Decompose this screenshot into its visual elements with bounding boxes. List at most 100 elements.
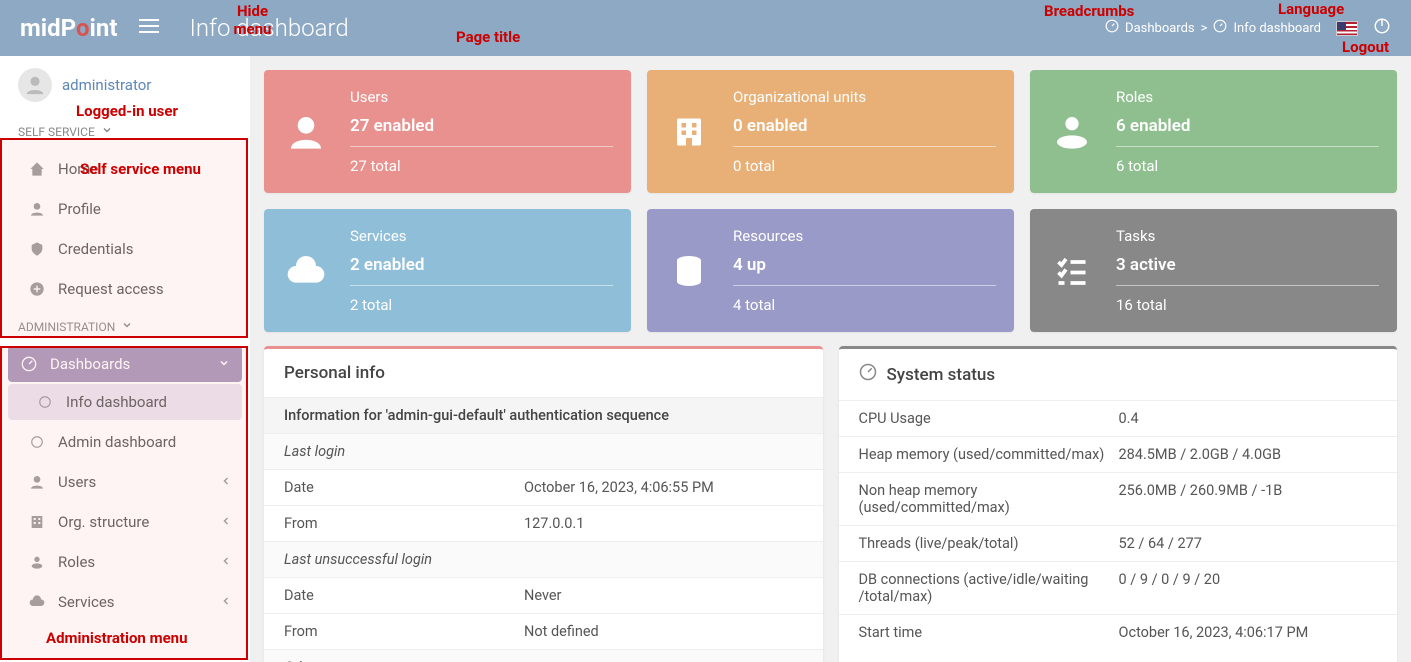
table-row: From 127.0.0.1: [264, 505, 823, 541]
row-label: Threads (live/peak/total): [859, 535, 1119, 552]
sidebar-item-credentials[interactable]: Credentials: [0, 229, 250, 269]
card-value: 0 enabled: [733, 116, 996, 147]
row-value: 0 / 9 / 0 / 9 / 20: [1119, 571, 1378, 605]
sidebar-item-services[interactable]: Services: [0, 582, 250, 622]
database-icon: [665, 247, 713, 295]
card-services[interactable]: Services 2 enabled 2 total: [264, 209, 631, 332]
card-roles[interactable]: Roles 6 enabled 6 total: [1030, 70, 1397, 193]
sidebar-item-home[interactable]: Home: [0, 149, 250, 189]
dashboard-icon: [1213, 19, 1227, 37]
sidebar-item-users[interactable]: Users: [0, 462, 250, 502]
panel-title: System status: [839, 349, 1398, 400]
table-subheader: Last unsuccessful login: [264, 541, 823, 577]
user-icon: [28, 201, 46, 217]
table-row: CPU Usage 0.4: [839, 400, 1398, 436]
user-info[interactable]: administrator: [0, 56, 250, 114]
row-label: Non heap memory (used/committed/max): [859, 482, 1119, 516]
row-label: Heap memory (used/committed/max): [859, 446, 1119, 463]
breadcrumb: Dashboards > Info dashboard: [1105, 19, 1321, 37]
panel-personal-info: Personal info Information for 'admin-gui…: [264, 346, 823, 662]
cloud-icon: [28, 594, 46, 610]
circle-icon: [36, 395, 54, 409]
table-row: Threads (live/peak/total) 52 / 64 / 277: [839, 525, 1398, 561]
chevron-down-icon: [121, 319, 133, 334]
table-subheader: Last login: [264, 433, 823, 469]
card-title: Users: [350, 88, 613, 106]
table-row: Date Never: [264, 577, 823, 613]
row-value: 284.5MB / 2.0GB / 4.0GB: [1119, 446, 1378, 463]
table-row: Heap memory (used/committed/max) 284.5MB…: [839, 436, 1398, 472]
panel-system-status: System status CPU Usage 0.4 Heap memory …: [839, 346, 1398, 662]
sidebar-section-administration[interactable]: ADMINISTRATION: [0, 309, 250, 344]
sidebar-item-label: Users: [58, 473, 96, 491]
roles-icon: [28, 554, 46, 570]
card-value: 3 active: [1116, 255, 1379, 286]
circle-icon: [28, 435, 46, 449]
card-value: 2 enabled: [350, 255, 613, 286]
card-title: Tasks: [1116, 227, 1379, 245]
row-value: Never: [524, 587, 803, 604]
card-resources[interactable]: Resources 4 up 4 total: [647, 209, 1014, 332]
sidebar-item-label: Org. structure: [58, 513, 149, 531]
card-subvalue: 2 total: [350, 286, 613, 314]
main-content: Users 27 enabled 27 total Organizational…: [250, 56, 1411, 662]
section-label: SELF SERVICE: [18, 125, 95, 139]
top-bar: midPoint Info dashboard Dashboards > Inf…: [0, 0, 1411, 56]
sidebar-item-info-dashboard[interactable]: Info dashboard: [8, 384, 242, 420]
hamburger-menu-icon[interactable]: [139, 18, 159, 38]
sidebar-section-self-service[interactable]: SELF SERVICE: [0, 114, 250, 149]
sidebar-item-label: Home: [58, 160, 98, 178]
row-label: Start time: [859, 624, 1119, 641]
shield-icon: [28, 241, 46, 257]
sidebar-item-label: Dashboards: [50, 355, 130, 373]
row-value: 0.4: [1119, 410, 1378, 427]
row-value: 52 / 64 / 277: [1119, 535, 1378, 552]
card-tasks[interactable]: Tasks 3 active 16 total: [1030, 209, 1397, 332]
chevron-left-icon: [220, 513, 232, 531]
row-value: 256.0MB / 260.9MB / -1B: [1119, 482, 1378, 516]
dashboard-icon: [1105, 19, 1119, 37]
sidebar-item-label: Profile: [58, 200, 101, 218]
card-value: 4 up: [733, 255, 996, 286]
table-header: Information for 'admin-gui-default' auth…: [264, 397, 823, 433]
user-icon: [282, 108, 330, 156]
sidebar-item-label: Credentials: [58, 240, 133, 258]
gauge-icon: [859, 363, 877, 386]
sidebar-item-request-access[interactable]: Request access: [0, 269, 250, 309]
cloud-icon: [282, 247, 330, 295]
sidebar-item-admin-dashboard[interactable]: Admin dashboard: [0, 422, 250, 462]
row-value: Not defined: [524, 623, 803, 640]
panel-title-text: System status: [887, 365, 996, 385]
row-label: Date: [284, 587, 524, 604]
sidebar-item-dashboards[interactable]: Dashboards: [8, 346, 242, 382]
user-name: administrator: [62, 76, 151, 94]
row-label: From: [284, 623, 524, 640]
row-label: CPU Usage: [859, 410, 1119, 427]
building-icon: [28, 514, 46, 530]
chevron-left-icon: [220, 553, 232, 571]
card-title: Resources: [733, 227, 996, 245]
card-subvalue: 6 total: [1116, 147, 1379, 175]
card-users[interactable]: Users 27 enabled 27 total: [264, 70, 631, 193]
app-logo[interactable]: midPoint: [20, 14, 117, 42]
row-label: DB connections (active/idle/waiting /tot…: [859, 571, 1119, 605]
row-value: October 16, 2023, 4:06:55 PM: [524, 479, 803, 496]
sidebar-item-org-structure[interactable]: Org. structure: [0, 502, 250, 542]
home-icon: [28, 161, 46, 177]
language-selector[interactable]: [1336, 21, 1358, 36]
logout-button[interactable]: [1373, 17, 1391, 39]
breadcrumb-link-dashboards[interactable]: Dashboards: [1125, 21, 1195, 36]
building-icon: [665, 108, 713, 156]
card-org-units[interactable]: Organizational units 0 enabled 0 total: [647, 70, 1014, 193]
panel-title: Personal info: [264, 349, 823, 397]
row-value: October 16, 2023, 4:06:17 PM: [1119, 624, 1378, 641]
breadcrumb-current: Info dashboard: [1233, 21, 1321, 36]
section-label: ADMINISTRATION: [18, 320, 115, 334]
sidebar-item-roles[interactable]: Roles: [0, 542, 250, 582]
table-row: Date October 16, 2023, 4:06:55 PM: [264, 469, 823, 505]
card-title: Services: [350, 227, 613, 245]
card-subvalue: 16 total: [1116, 286, 1379, 314]
breadcrumb-separator: >: [1201, 21, 1208, 36]
sidebar-item-profile[interactable]: Profile: [0, 189, 250, 229]
sidebar-item-label: Services: [58, 593, 115, 611]
